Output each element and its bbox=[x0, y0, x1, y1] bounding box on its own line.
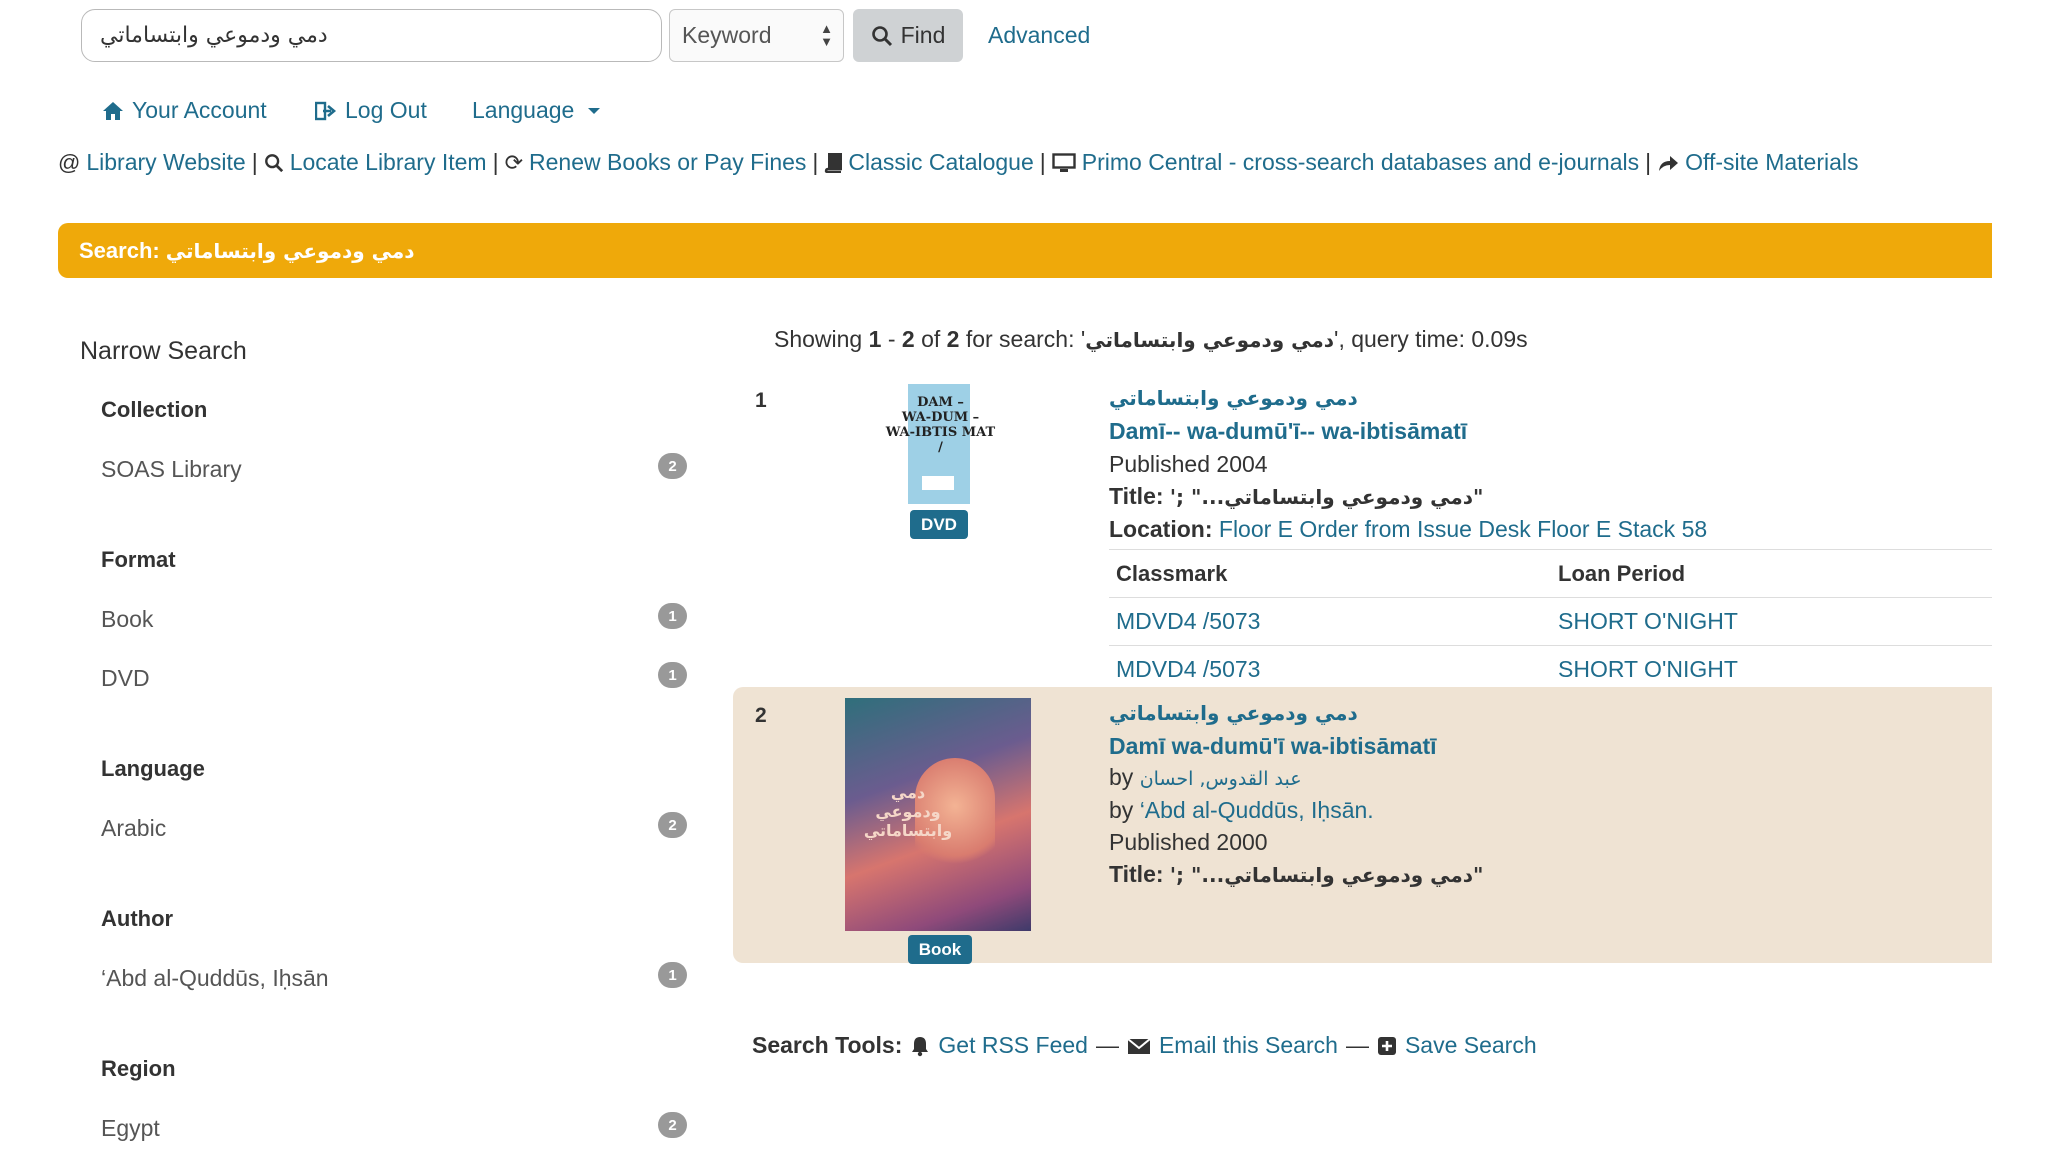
link-separator: | bbox=[251, 149, 258, 175]
find-button[interactable]: Find bbox=[853, 9, 963, 62]
log-out-link[interactable]: Log Out bbox=[315, 97, 427, 124]
author-latin-link[interactable]: ‘Abd al-Quddūs, Iḥsān. bbox=[1140, 797, 1374, 823]
facet-count-badge: 1 bbox=[658, 662, 687, 688]
your-account-link[interactable]: Your Account bbox=[102, 97, 267, 124]
facet-count-badge: 2 bbox=[658, 1112, 687, 1138]
result-author-arabic: by عبد القدوس, احسان bbox=[1109, 764, 1302, 790]
result-published: Published 2000 bbox=[1109, 829, 1268, 855]
search-type-select[interactable]: Keyword ▲ ▼ bbox=[669, 9, 844, 62]
search-input-value: دمي ودموعي وابتساماتي bbox=[100, 23, 328, 48]
search-tools-bar: Search Tools: Get RSS Feed — Email this … bbox=[752, 1032, 1537, 1059]
caret-down-icon bbox=[588, 107, 601, 114]
plus-square-icon bbox=[1377, 1036, 1396, 1055]
result-title-field: Title: '; "...دمي ودموعي وابتساماتي" bbox=[1109, 483, 1484, 509]
facet-item-soas-library[interactable]: SOAS Library bbox=[101, 456, 242, 483]
book-cover-thumbnail[interactable]: دمي ودموعي وابتساماتي bbox=[845, 698, 1031, 931]
cover-title-text: دمي ودموعي وابتساماتي bbox=[863, 783, 953, 840]
primo-central-link[interactable]: Primo Central - cross-search databases a… bbox=[1082, 149, 1639, 176]
result-published: Published 2004 bbox=[1109, 451, 1268, 477]
book-icon bbox=[825, 152, 843, 173]
facet-count-badge: 2 bbox=[658, 453, 687, 479]
classmark-link[interactable]: MDVD4 /5073 bbox=[1116, 656, 1260, 682]
renew-books-link[interactable]: Renew Books or Pay Fines bbox=[529, 149, 806, 176]
bell-icon bbox=[912, 1036, 929, 1056]
result-author-latin: by ‘Abd al-Quddūs, Iḥsān. bbox=[1109, 797, 1374, 823]
facet-item-arabic[interactable]: Arabic bbox=[101, 815, 166, 842]
location-link[interactable]: Floor E Order from Issue Desk Floor E St… bbox=[1219, 516, 1707, 542]
loan-period-link[interactable]: SHORT O'NIGHT bbox=[1558, 608, 1738, 634]
dvd-cover-thumbnail[interactable]: DAM – WA-DUM – WA-IBTIS MAT / bbox=[886, 384, 995, 504]
your-account-label: Your Account bbox=[132, 97, 267, 123]
facet-count-badge: 1 bbox=[658, 603, 687, 629]
classic-catalogue-link[interactable]: Classic Catalogue bbox=[848, 149, 1033, 176]
format-tag-book: Book bbox=[908, 935, 972, 964]
facet-heading-format: Format bbox=[101, 547, 176, 572]
results-summary: Showing 1 - 2 of 2 for search: 'دمي ودمو… bbox=[774, 326, 1528, 352]
result-number: 1 bbox=[755, 389, 767, 412]
save-search-link[interactable]: Save Search bbox=[1405, 1032, 1537, 1059]
dvd-cover-text: DAM – WA-DUM – WA-IBTIS MAT / bbox=[885, 395, 996, 455]
result-title-link[interactable]: Damī wa-dumū'ī wa-ibtisāmatī bbox=[1109, 733, 1437, 760]
holdings-header-row: Classmark Loan Period bbox=[1109, 549, 1992, 597]
quick-links-bar: @ Library Website | Locate Library Item … bbox=[58, 149, 1859, 176]
link-separator: | bbox=[1645, 149, 1652, 175]
locate-library-item-link[interactable]: Locate Library Item bbox=[290, 149, 487, 176]
find-label: Find bbox=[900, 22, 946, 48]
select-arrows-icon: ▲ ▼ bbox=[820, 21, 833, 49]
monitor-icon bbox=[1052, 152, 1076, 172]
result-title-field: Title: '; "...دمي ودموعي وابتساماتي" bbox=[1109, 861, 1484, 887]
result-title-arabic[interactable]: دمي ودموعي وابتساماتي bbox=[1109, 386, 1358, 410]
search-tools-label: Search Tools: bbox=[752, 1032, 903, 1058]
facet-item-egypt[interactable]: Egypt bbox=[101, 1115, 160, 1142]
cover-decoration bbox=[922, 476, 954, 490]
link-separator: | bbox=[492, 149, 499, 175]
rss-feed-link[interactable]: Get RSS Feed bbox=[938, 1032, 1088, 1059]
advanced-search-link[interactable]: Advanced bbox=[988, 22, 1090, 49]
banner-query: دمي ودموعي وابتساماتي bbox=[165, 238, 415, 263]
language-dropdown[interactable]: Language bbox=[472, 97, 601, 124]
email-search-link[interactable]: Email this Search bbox=[1159, 1032, 1338, 1059]
facet-item-author[interactable]: ‘Abd al-Quddūs, Iḥsān bbox=[101, 965, 329, 992]
log-out-label: Log Out bbox=[345, 97, 427, 123]
facet-item-dvd[interactable]: DVD bbox=[101, 665, 150, 692]
facet-heading-region: Region bbox=[101, 1056, 176, 1081]
classmark-header: Classmark bbox=[1116, 560, 1228, 586]
facet-count-badge: 1 bbox=[658, 962, 687, 988]
loan-period-header: Loan Period bbox=[1558, 560, 1686, 586]
format-tag-dvd: DVD bbox=[910, 510, 968, 539]
facet-heading-collection: Collection bbox=[101, 397, 208, 422]
holdings-table: Classmark Loan Period MDVD4 /5073 SHORT … bbox=[1109, 549, 1992, 693]
link-separator: | bbox=[1039, 149, 1046, 175]
search-icon bbox=[264, 153, 283, 172]
refresh-icon: ⟳ bbox=[504, 149, 523, 175]
off-site-materials-link[interactable]: Off-site Materials bbox=[1685, 149, 1858, 176]
search-icon bbox=[871, 25, 892, 46]
loan-period-link[interactable]: SHORT O'NIGHT bbox=[1558, 656, 1738, 682]
search-banner: Search: دمي ودموعي وابتساماتي bbox=[58, 223, 1992, 278]
banner-prefix: Search: bbox=[79, 237, 160, 263]
result-title-link[interactable]: Damī-- wa-dumū'ī-- wa-ibtisāmatī bbox=[1109, 418, 1467, 445]
author-arabic-link[interactable]: عبد القدوس, احسان bbox=[1140, 768, 1302, 790]
table-row: MDVD4 /5073 SHORT O'NIGHT bbox=[1109, 645, 1992, 693]
at-icon: @ bbox=[58, 149, 81, 175]
classmark-link[interactable]: MDVD4 /5073 bbox=[1116, 608, 1260, 634]
result-location: Location: Floor E Order from Issue Desk … bbox=[1109, 516, 1708, 542]
share-icon bbox=[1659, 155, 1679, 171]
language-label: Language bbox=[472, 97, 575, 123]
result-number: 2 bbox=[755, 704, 767, 727]
sign-out-icon bbox=[315, 101, 337, 120]
search-type-value: Keyword bbox=[682, 22, 772, 48]
facet-count-badge: 2 bbox=[658, 812, 687, 838]
envelope-icon bbox=[1127, 1037, 1151, 1054]
search-input[interactable]: دمي ودموعي وابتساماتي bbox=[81, 9, 662, 62]
facet-heading-language: Language bbox=[101, 756, 205, 781]
home-icon bbox=[103, 101, 123, 120]
result-title-arabic[interactable]: دمي ودموعي وابتساماتي bbox=[1109, 701, 1358, 725]
table-row: MDVD4 /5073 SHORT O'NIGHT bbox=[1109, 597, 1992, 645]
link-separator: | bbox=[812, 149, 819, 175]
facet-heading-author: Author bbox=[101, 906, 174, 931]
narrow-search-title: Narrow Search bbox=[80, 337, 247, 365]
library-website-link[interactable]: Library Website bbox=[86, 149, 245, 176]
facet-item-book[interactable]: Book bbox=[101, 606, 153, 633]
